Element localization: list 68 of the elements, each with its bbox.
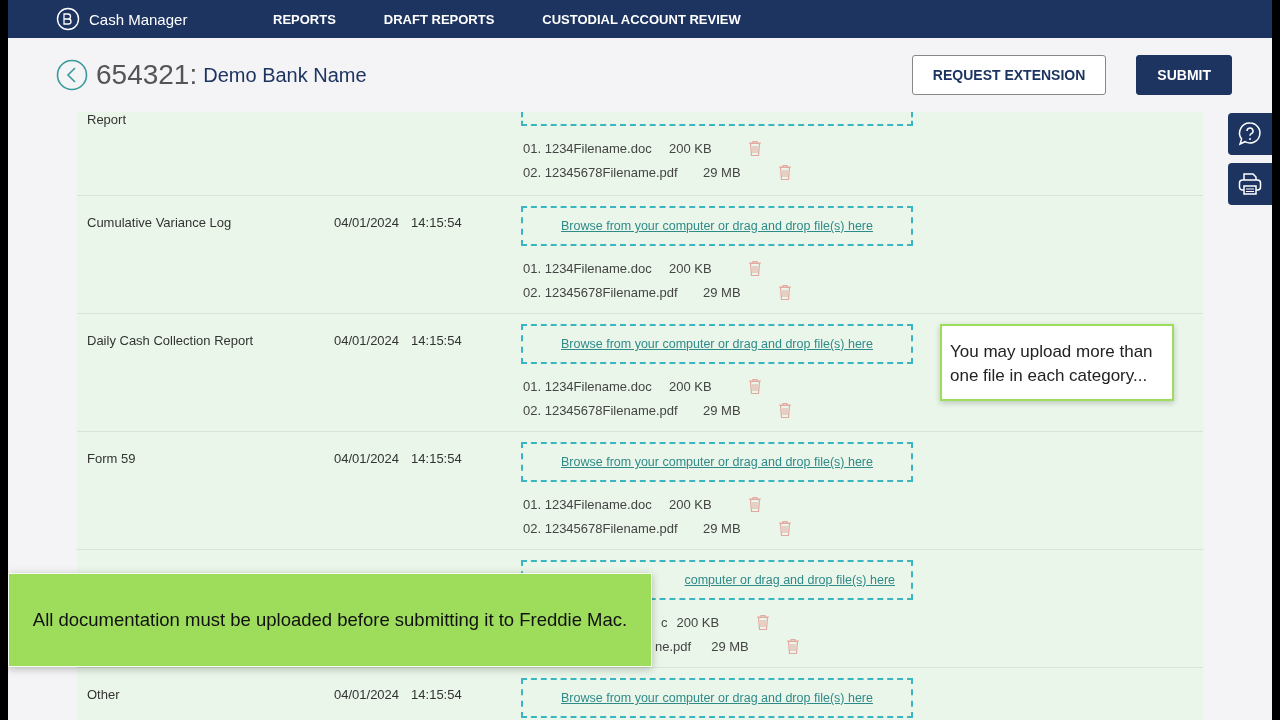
browse-link[interactable]: Browse from your computer or drag and drop file(s) here (561, 691, 873, 705)
upload-time: 14:15:54 (411, 215, 462, 230)
nav-link[interactable]: DRAFT REPORTS (383, 11, 495, 27)
help-button[interactable] (1228, 113, 1272, 155)
upload-time: 14:15:54 (411, 687, 462, 702)
trash-icon[interactable] (748, 495, 762, 513)
printer-icon (1236, 170, 1264, 198)
file-size: 200 KB (669, 496, 713, 512)
file-name: 02. 12345678Filename.pdf (523, 164, 679, 180)
browse-link[interactable]: Browse from your computer or drag and drop file(s) here (561, 337, 873, 351)
tooltip: You may upload more than one file in each category... (940, 324, 1174, 401)
file-name: 01. 1234Filename.doc (523, 378, 653, 394)
trash-icon[interactable] (748, 259, 762, 277)
browse-link[interactable]: Browse from your computer or drag and drop file(s) here (561, 219, 873, 233)
logo-icon (56, 7, 80, 31)
trash-icon[interactable] (778, 163, 792, 181)
report-name: Daily Cash Collection Report (87, 333, 254, 348)
file-size: 29 MB (711, 638, 750, 654)
file-size: 200 KB (669, 260, 713, 276)
upload-date: 04/01/2024 (334, 451, 400, 466)
upload-date: 04/01/2024 (334, 215, 400, 230)
report-name: Other (87, 687, 120, 702)
notice-toast: All documentation must be uploaded before submitting it to Freddie Mac. (8, 573, 652, 667)
file-size: 200 KB (676, 614, 721, 630)
dropzone[interactable]: Browse from your computer or drag and drop file(s) here (521, 206, 913, 246)
app-name: Cash Manager (89, 10, 188, 28)
file-size: 200 KB (669, 378, 713, 394)
submit-button[interactable]: SUBMIT (1136, 55, 1232, 95)
upload-time: 14:15:54 (411, 451, 462, 466)
trash-icon[interactable] (778, 519, 792, 537)
file-size: 29 MB (703, 402, 742, 418)
browse-link[interactable]: Browse from your computer or drag and drop file(s) here (561, 455, 873, 469)
trash-icon[interactable] (778, 401, 792, 419)
dropzone[interactable]: Browse from your computer or drag and drop file(s) here (521, 678, 913, 718)
file-size: 29 MB (703, 164, 742, 180)
file-size: 29 MB (703, 520, 742, 536)
report-number: 654321: (96, 59, 198, 91)
file-name: c (661, 614, 668, 630)
upload-date: 04/01/2024 (334, 687, 400, 702)
nav-link[interactable]: REPORTS (273, 11, 336, 27)
trash-icon[interactable] (748, 139, 762, 157)
dropzone[interactable]: Browse from your computer or drag and drop file(s) here (521, 442, 913, 482)
file-name: 02. 12345678Filename.pdf (523, 520, 679, 536)
dropzone[interactable]: Browse from your computer or drag and drop file(s) here (521, 324, 913, 364)
back-icon[interactable] (56, 59, 88, 91)
file-name: ne.pdf (655, 638, 692, 654)
request-extension-button[interactable]: REQUEST EXTENSION (911, 55, 1107, 95)
report-name: Cumulative Variance Log (87, 215, 232, 230)
upload-date: 04/01/2024 (334, 333, 400, 348)
report-name: Form 59 (87, 451, 136, 466)
file-size: 29 MB (703, 284, 742, 300)
trash-icon[interactable] (778, 283, 792, 301)
browse-link[interactable]: computer or drag and drop file(s) here (684, 573, 895, 587)
trash-icon[interactable] (755, 613, 770, 631)
help-icon (1236, 120, 1264, 148)
report-name: Report (87, 112, 127, 127)
nav-link[interactable]: CUSTODIAL ACCOUNT REVIEW (542, 11, 741, 27)
file-name: 02. 12345678Filename.pdf (523, 284, 679, 300)
print-button[interactable] (1228, 163, 1272, 205)
file-size: 200 KB (669, 140, 713, 156)
trash-icon[interactable] (748, 377, 762, 395)
trash-icon[interactable] (786, 637, 801, 655)
file-name: 01. 1234Filename.doc (523, 260, 653, 276)
file-name: 01. 1234Filename.doc (523, 496, 653, 512)
file-name: 01. 1234Filename.doc (523, 140, 653, 156)
file-name: 02. 12345678Filename.pdf (523, 402, 679, 418)
bank-name: Demo Bank Name (203, 63, 367, 87)
upload-time: 14:15:54 (411, 333, 462, 348)
